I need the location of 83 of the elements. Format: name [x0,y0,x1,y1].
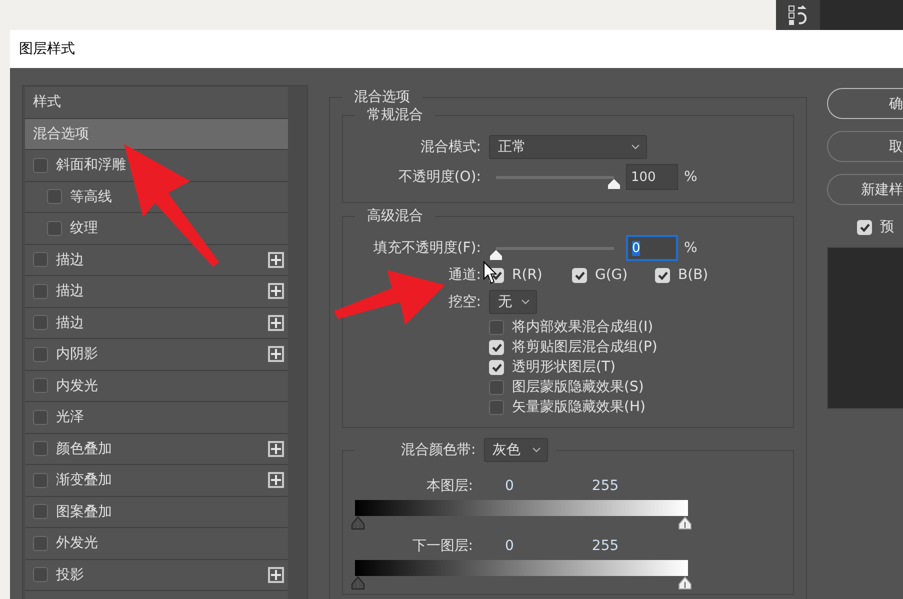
add-icon[interactable] [268,346,284,362]
checkbox[interactable] [33,472,48,488]
checkbox[interactable] [47,189,62,204]
chevron-down-icon [521,299,530,305]
field-label: 混合模式: [419,138,481,156]
add-icon[interactable] [268,440,284,457]
dialog-button[interactable]: 取 [827,131,903,162]
range-value: 0 [505,478,514,494]
add-icon[interactable] [268,472,284,488]
number-field[interactable]: 100 [626,164,678,190]
checkbox-label: 将剪贴图层混合成组(P) [512,338,658,356]
checkbox-label: 图层蒙版隐藏效果(S) [512,378,644,396]
window-title: 图层样式 [19,40,75,58]
slider-thumb[interactable] [489,248,503,260]
checkbox-label: R(R) [512,267,542,283]
style-list-item[interactable]: 内发光 [25,370,288,402]
field-label: 下一图层: [411,537,473,555]
unit-label: % [684,169,698,185]
chevron-down-icon [532,447,541,453]
add-icon[interactable] [268,566,284,583]
add-icon[interactable] [268,252,284,268]
checkbox-label: 矢量蒙版隐藏效果(H) [512,398,646,416]
field-label: 通道: [448,267,481,283]
checkbox-label: B(B) [678,267,708,283]
field-label: 不透明度(O): [397,168,481,186]
checkbox[interactable] [33,567,48,582]
blend-mode-dropdown[interactable]: 正常 [489,135,647,159]
add-icon[interactable] [268,314,284,331]
checkbox-label: 透明形状图层(T) [512,358,616,376]
style-list-item[interactable]: 颜色叠加 [25,434,288,465]
unit-label: % [684,240,698,256]
checkbox[interactable] [33,410,48,425]
chevron-down-icon [631,144,640,150]
add-icon[interactable] [268,283,284,300]
dialog-button[interactable]: 确 [827,88,903,119]
style-list-item[interactable]: 混合选项 [25,118,288,150]
dialog-button[interactable]: 新建样 [827,174,903,205]
checkbox[interactable] [489,320,504,334]
slider-thumb[interactable] [607,178,621,190]
blend-if-dropdown[interactable]: 灰色 [484,438,548,462]
field-label: 混合颜色带: [401,441,476,459]
slider-handle[interactable] [351,576,365,590]
checkbox[interactable] [47,220,62,236]
style-list-item[interactable]: 图案叠加 [25,496,288,528]
style-list-item[interactable]: 光泽 [25,402,288,434]
checkbox[interactable] [33,378,48,394]
section-title: 混合选项 [353,88,411,106]
checkbox[interactable] [33,504,48,520]
checkbox-label: 预 [880,218,894,236]
checkbox[interactable] [33,284,48,299]
style-list-item[interactable]: 内阴影 [25,339,288,370]
checkbox[interactable] [33,315,48,330]
toolbar-button[interactable] [776,0,820,30]
style-list-item[interactable]: 投影 [25,560,288,591]
checkbox[interactable] [33,536,48,551]
style-list-item[interactable]: 渐变叠加 [25,465,288,496]
range-value: 255 [592,538,619,554]
checkbox-label: G(G) [595,267,628,283]
slider-handle[interactable] [678,516,692,530]
squares-arrow-icon[interactable] [787,4,809,26]
cursor-icon [484,260,498,284]
range-value: 255 [592,478,619,494]
section-title: 高级混合 [366,207,424,225]
checkbox[interactable] [33,346,48,362]
checkbox[interactable] [489,380,504,394]
checkbox[interactable] [33,441,48,456]
slider-handle[interactable] [351,516,365,530]
panel-header: 样式 [33,93,61,112]
checkbox[interactable] [33,158,48,173]
style-list-item[interactable]: 外发光 [25,528,288,560]
section-title: 常规混合 [366,106,424,124]
slider-handle[interactable] [678,576,692,590]
number-field[interactable]: 0 [626,235,678,261]
field-label: 挖空: [447,293,481,311]
style-list-item[interactable]: 描边 [25,276,288,308]
style-list-item[interactable]: 描边 [25,308,288,339]
checkbox-label: 将内部效果混合成组(I) [512,318,654,336]
checkbox[interactable] [489,400,504,414]
checkbox[interactable] [33,252,48,268]
knockout-dropdown[interactable]: 无 [489,290,537,314]
field-label: 填充不透明度(F): [372,239,481,257]
range-value: 0 [505,538,514,554]
field-label: 本图层: [425,477,473,495]
